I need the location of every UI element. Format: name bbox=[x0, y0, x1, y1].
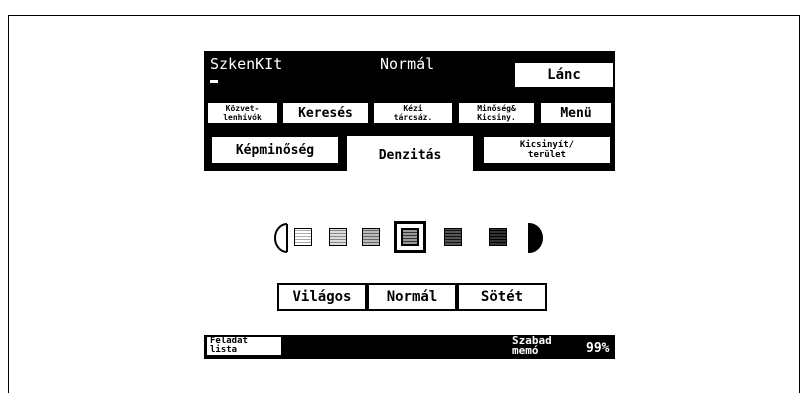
quality-reduction-label-line2: Kicsiny. bbox=[477, 113, 516, 122]
quality-mode-label: Normál bbox=[380, 55, 435, 73]
dark-end-icon bbox=[528, 222, 543, 254]
tab-reduce-label-line1: Kicsinyít/ bbox=[519, 140, 575, 150]
search-button[interactable]: Keresés bbox=[281, 101, 370, 125]
menu-button[interactable]: Menü bbox=[539, 101, 613, 125]
light-end-icon bbox=[274, 223, 288, 253]
free-memory-percent: 99% bbox=[586, 341, 610, 356]
direct-dial-label-line2: lenhívók bbox=[223, 113, 262, 122]
manual-dial-label-line1: Kézi bbox=[403, 104, 423, 113]
direct-dial-label-line1: Közvet- bbox=[225, 104, 260, 113]
control-panel-screen: SzkenKIt Normál Lánc Közvet- lenhívók Ke… bbox=[204, 51, 615, 359]
direct-dial-button[interactable]: Közvet- lenhívók bbox=[206, 101, 279, 125]
tab-reduce-label-line2: terület bbox=[528, 150, 566, 160]
input-cursor bbox=[210, 80, 218, 83]
light-button[interactable]: Világos bbox=[277, 283, 367, 311]
chain-button[interactable]: Lánc bbox=[513, 61, 615, 89]
density-level-5[interactable] bbox=[444, 228, 462, 246]
density-level-2[interactable] bbox=[329, 228, 347, 246]
job-list-label-line2: lista bbox=[210, 345, 238, 355]
density-level-6[interactable] bbox=[489, 228, 507, 246]
tab-density[interactable]: Denzitás bbox=[345, 134, 475, 174]
normal-button[interactable]: Normál bbox=[367, 283, 457, 311]
free-memory-label: Szabad memó bbox=[512, 335, 552, 357]
job-list-button[interactable]: Feladat lista bbox=[207, 337, 281, 355]
tab-image-quality[interactable]: Képminőség bbox=[210, 135, 340, 165]
density-level-1[interactable] bbox=[294, 228, 312, 246]
tab-reduce-area[interactable]: Kicsinyít/ terület bbox=[482, 135, 612, 165]
quality-reduction-label-line1: Minőség& bbox=[477, 104, 516, 113]
manual-dial-label-line2: tárcsáz. bbox=[393, 113, 433, 122]
quality-reduction-button[interactable]: Minőség& Kicsiny. bbox=[457, 101, 536, 125]
dark-button[interactable]: Sötét bbox=[457, 283, 547, 311]
scan-mode-label: SzkenKIt bbox=[210, 55, 283, 73]
density-level-4-selected[interactable] bbox=[394, 221, 426, 253]
free-memory-line2: memó bbox=[512, 344, 539, 357]
manual-dial-button[interactable]: Kézi tárcsáz. bbox=[372, 101, 454, 125]
density-level-4-swatch bbox=[401, 228, 419, 246]
density-level-3[interactable] bbox=[362, 228, 380, 246]
